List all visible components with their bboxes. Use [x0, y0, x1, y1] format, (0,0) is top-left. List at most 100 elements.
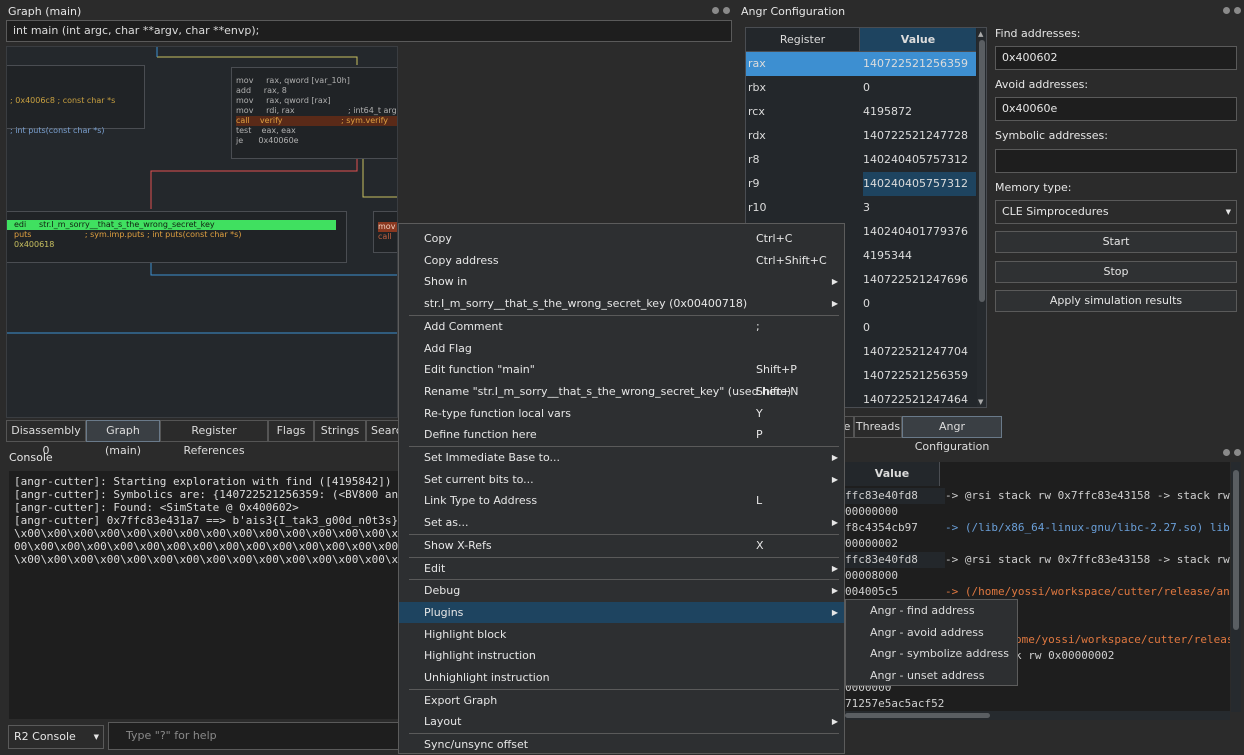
register-value[interactable]: 0 — [863, 316, 976, 340]
graph-canvas[interactable]: ; 0x4006c8 ; const char *s ; int puts(co… — [6, 46, 398, 418]
tab-strings[interactable]: Strings — [314, 420, 366, 442]
register-value[interactable]: 3 — [863, 196, 976, 220]
menu-item[interactable]: Copy Ctrl+C — [399, 228, 844, 249]
register-value[interactable]: 4195872 — [863, 100, 976, 124]
register-row[interactable]: r10 3 — [746, 196, 976, 220]
stack-row[interactable]: 00000000 — [845, 504, 945, 520]
stack-row[interactable]: ffc83e40fd8 -> @rsi stack rw 0x7ffc83e431… — [845, 488, 1230, 504]
node-line: ; int puts(const char *s) — [10, 126, 105, 135]
scrollbar[interactable]: ▲ ▼ — [977, 28, 986, 407]
stop-button[interactable]: Stop — [995, 261, 1237, 283]
close-icon[interactable] — [1234, 449, 1241, 456]
stack-row[interactable]: 004005c5 -> (/home/yossi/workspace/cutter… — [845, 584, 1230, 600]
menu-item[interactable]: Show X-Refs X — [399, 535, 844, 556]
register-row[interactable]: r8 140240405757312 — [746, 148, 976, 172]
plugin-menu-item[interactable]: Angr - unset address — [870, 665, 984, 687]
close-icon[interactable] — [723, 7, 730, 14]
menu-item[interactable]: Define function here P — [399, 424, 844, 445]
menu-item[interactable]: Add Comment; — [399, 316, 844, 337]
menu-item[interactable]: Edit ▶ — [399, 558, 844, 579]
register-row[interactable]: rcx 4195872 — [746, 100, 976, 124]
console-mode-select[interactable]: R2 Console ▼ — [8, 725, 104, 749]
register-row[interactable]: rdx 140722521247728 — [746, 124, 976, 148]
node-line: puts ; sym.imp.puts ; int puts(const cha… — [14, 230, 242, 239]
menu-item[interactable]: Layout ▶ — [399, 711, 844, 732]
memory-type-select[interactable]: CLE Simprocedures ▼ — [995, 200, 1237, 224]
avoid-addresses-field[interactable]: 0x40060e — [995, 97, 1237, 121]
register-value[interactable]: 140240405757312 — [863, 172, 976, 196]
menu-item[interactable]: Link Type to Address L — [399, 490, 844, 511]
stack-row[interactable]: 00008000 — [845, 568, 945, 584]
float-icon[interactable] — [712, 7, 719, 14]
menu-item[interactable]: Add Flag — [399, 338, 844, 359]
register-value[interactable]: 4195344 — [863, 244, 976, 268]
menu-item[interactable]: Edit function "main" Shift+P — [399, 359, 844, 380]
scroll-down-icon[interactable]: ▼ — [978, 398, 983, 406]
plugin-menu-item[interactable]: Angr - symbolize address — [870, 643, 1009, 665]
register-value[interactable]: 0 — [863, 292, 976, 316]
menu-item[interactable]: Set as... ▶ — [399, 512, 844, 533]
stack-value-header[interactable]: Value — [845, 462, 940, 486]
menu-item[interactable]: Show in ▶ — [399, 271, 844, 292]
plugin-menu-item[interactable]: Angr - avoid address — [870, 622, 984, 644]
menu-item[interactable]: Sync/unsync offset — [399, 734, 844, 755]
register-value[interactable]: 140722521247704 — [863, 340, 976, 364]
menu-item[interactable]: Re-type function local vars Y — [399, 403, 844, 424]
register-row[interactable]: rax 140722521256359 — [746, 52, 976, 76]
scroll-thumb[interactable] — [845, 713, 990, 718]
close-icon[interactable] — [1234, 7, 1241, 14]
register-value[interactable]: 140240405757312 — [863, 148, 976, 172]
find-addresses-field[interactable]: 0x400602 — [995, 46, 1237, 70]
register-value[interactable]: 140240401779376 — [863, 220, 976, 244]
tab-flags[interactable]: Flags — [268, 420, 314, 442]
scroll-thumb[interactable] — [1233, 470, 1239, 630]
start-button[interactable]: Start — [995, 231, 1237, 253]
scroll-thumb[interactable] — [979, 40, 985, 302]
menu-item[interactable]: Export Graph — [399, 690, 844, 711]
register-value[interactable]: 140722521247464 — [863, 388, 976, 407]
menu-item[interactable]: Copy address Ctrl+Shift+C — [399, 250, 844, 271]
register-value[interactable]: 140722521247696 — [863, 268, 976, 292]
col-value[interactable]: Value — [860, 28, 976, 51]
tab-threads[interactable]: Threads — [854, 416, 902, 438]
console-input[interactable]: Type "?" for help — [108, 722, 400, 750]
menu-item[interactable]: Set Immediate Base to... ▶ — [399, 447, 844, 468]
menu-item[interactable]: Debug ▶ — [399, 580, 844, 601]
menu-item[interactable]: Rename "str.I_m_sorry__that_s_the_wrong_… — [399, 381, 844, 402]
menu-item[interactable]: Set current bits to... ▶ — [399, 469, 844, 490]
symbolic-addresses-field[interactable] — [995, 149, 1237, 173]
scroll-up-icon[interactable]: ▲ — [978, 30, 983, 38]
register-value[interactable]: 140722521256359 — [863, 52, 976, 76]
stack-hscroll[interactable] — [845, 711, 1230, 720]
graph-node-sorry[interactable]: edi str.I_m_sorry__that_s_the_wrong_secr… — [7, 211, 347, 263]
view-tabs: Disassembly 0 Graph (main) Register Refe… — [6, 420, 409, 457]
stack-vscroll[interactable] — [1231, 462, 1241, 712]
plugin-menu-item[interactable]: Angr - find address — [870, 600, 975, 622]
apply-simulation-button[interactable]: Apply simulation results — [995, 290, 1237, 312]
graph-node-main[interactable]: mov rax, qword [var_10h] add rax, 8 mov ra… — [231, 67, 397, 159]
menu-item[interactable]: Plugins ▶ — [399, 601, 844, 623]
graph-node-left-top[interactable]: ; 0x4006c8 ; const char *s ; int puts(co… — [7, 65, 145, 135]
stack-row[interactable]: 00000002 — [845, 536, 945, 552]
float-icon[interactable] — [1223, 449, 1230, 456]
console-output[interactable]: [angr-cutter]: Starting exploration with… — [9, 471, 398, 719]
stack-row[interactable]: 71257e5ac5acf52 — [845, 696, 945, 712]
tab-register-references[interactable]: Register References — [160, 420, 268, 457]
register-row[interactable]: rbx 0 — [746, 76, 976, 100]
menu-item[interactable]: Highlight instruction — [399, 645, 844, 666]
tab-angr-configuration[interactable]: Angr Configuration — [902, 416, 1002, 453]
register-value[interactable]: 140722521256359 — [863, 364, 976, 388]
float-icon[interactable] — [1223, 7, 1230, 14]
register-row[interactable]: r9 140240405757312 — [746, 172, 976, 196]
menu-item[interactable]: str.I_m_sorry__that_s_the_wrong_secret_k… — [399, 293, 844, 314]
tab-graph[interactable]: Graph (main) — [86, 420, 160, 457]
stack-row[interactable]: ffc83e40fd8 -> @rsi stack rw 0x7ffc83e431… — [845, 552, 1230, 568]
col-register[interactable]: Register — [746, 28, 860, 51]
menu-item[interactable]: Unhighlight instruction — [399, 667, 844, 688]
graph-node-congrats[interactable]: mov edi, str.Congrats__you_found_the_cor… — [373, 211, 397, 253]
register-value[interactable]: 140722521247728 — [863, 124, 976, 148]
tab-disassembly[interactable]: Disassembly 0 — [6, 420, 86, 457]
register-value[interactable]: 0 — [863, 76, 976, 100]
menu-item[interactable]: Highlight block — [399, 624, 844, 645]
stack-row[interactable]: f8c4354cb97 -> (/lib/x86_64-linux-gnu/lib… — [845, 520, 1230, 536]
